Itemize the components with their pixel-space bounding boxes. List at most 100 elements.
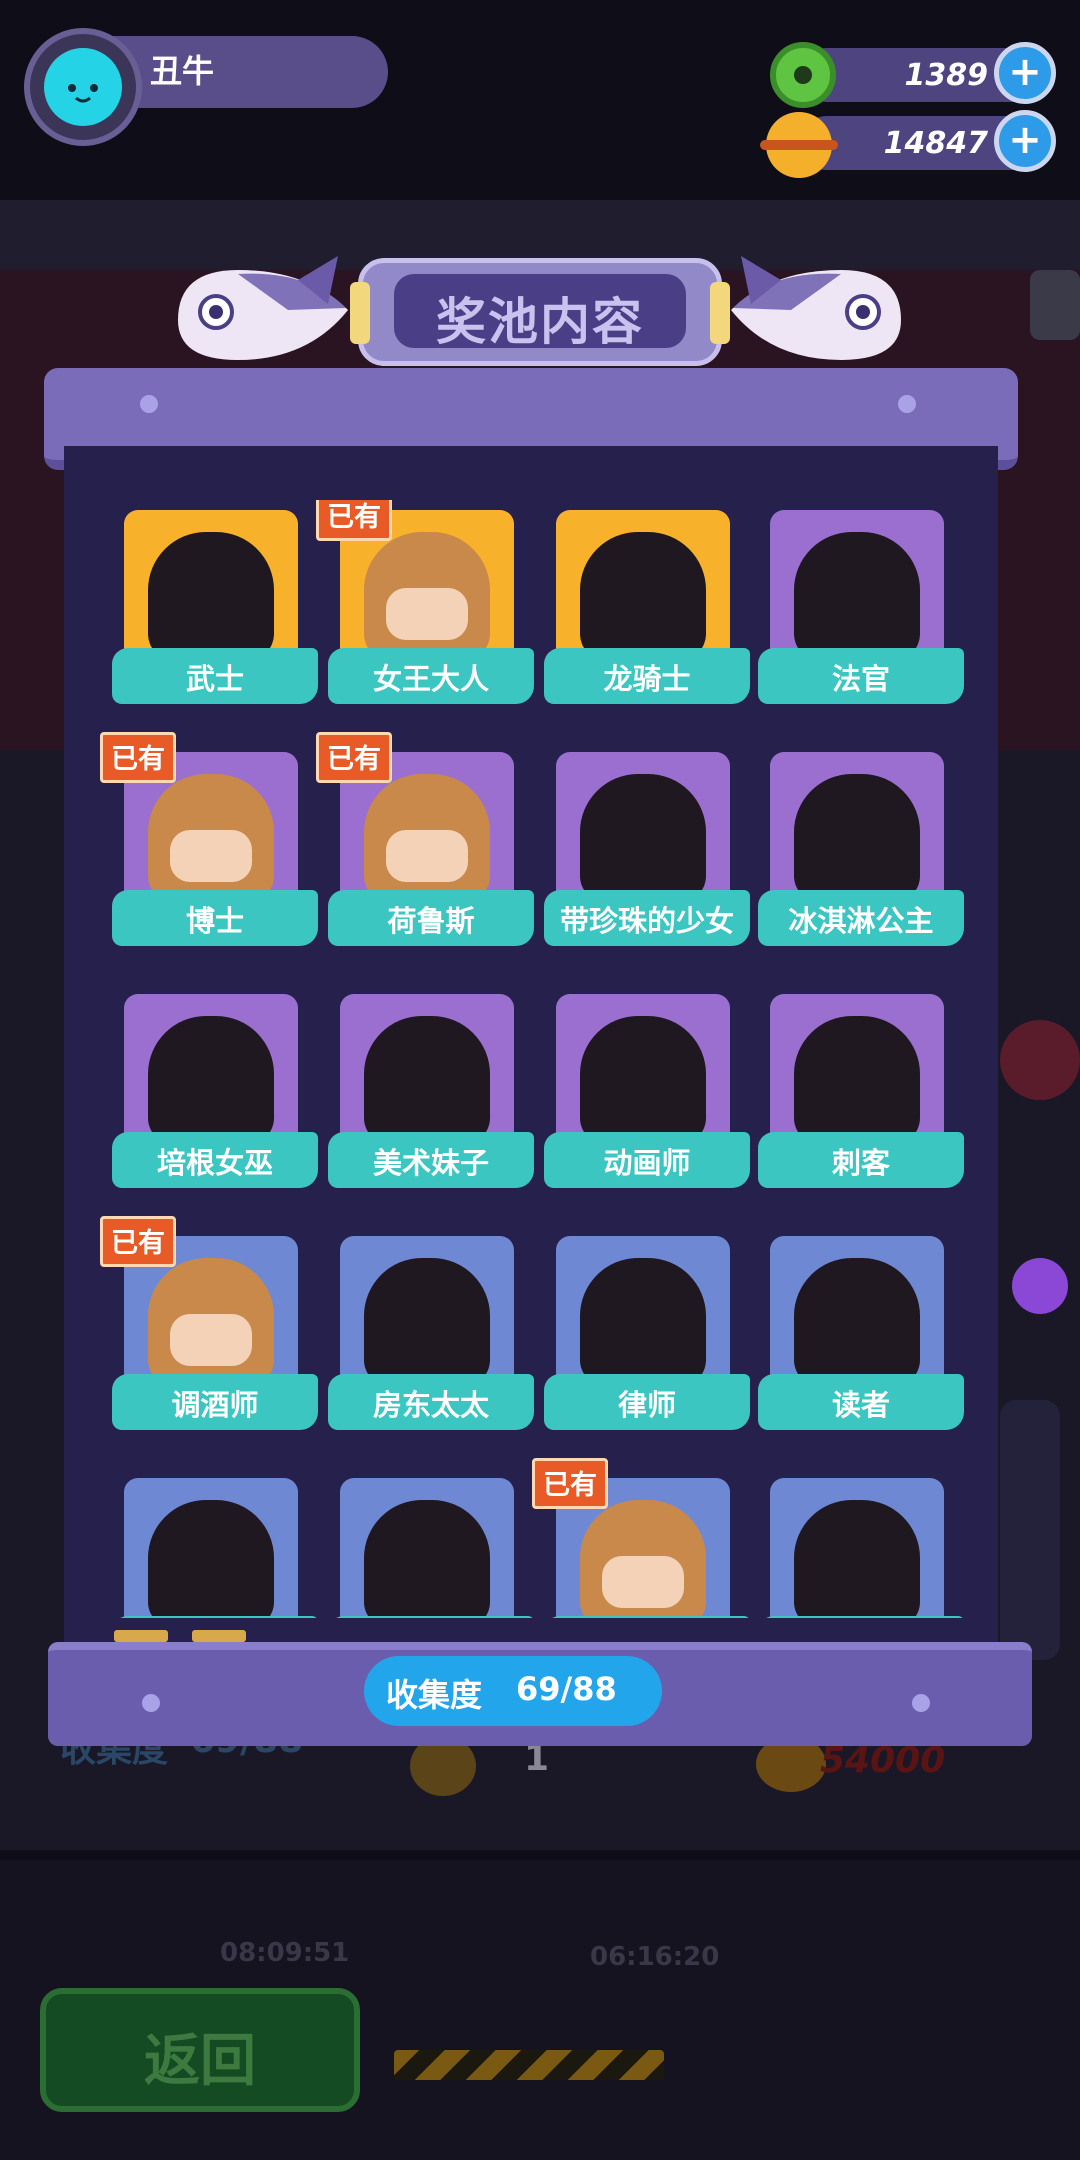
card-name: 读者 [831, 1388, 890, 1422]
character-silhouette-icon [794, 1016, 920, 1144]
owned-badge: 已有 [100, 1216, 176, 1267]
player-avatar[interactable] [24, 28, 142, 146]
currency-value-donut: 1389 [904, 58, 989, 93]
character-silhouette-icon [580, 532, 706, 660]
character-silhouette-icon [794, 1500, 920, 1618]
scroll-indicator-right [192, 1630, 246, 1642]
card-name: 带珍珠的少女 [559, 904, 734, 938]
prize-card[interactable]: 武士 [112, 510, 322, 710]
card-name: 女王大人 [372, 662, 489, 696]
card-name: 动画师 [603, 1146, 691, 1180]
prize-card[interactable] [758, 1478, 968, 1618]
background-lever-column [1000, 1400, 1060, 1660]
character-silhouette-icon [794, 774, 920, 902]
card-label-ribbon [758, 1616, 964, 1618]
character-silhouette-icon [364, 1258, 490, 1386]
title-cap-left [350, 282, 370, 344]
card-label-ribbon [328, 1616, 534, 1618]
card-name: 律师 [617, 1388, 676, 1422]
add-planet-coin-button[interactable]: + [994, 110, 1056, 172]
character-portrait-icon [364, 532, 490, 660]
card-name: 美术妹子 [372, 1146, 489, 1180]
character-silhouette-icon [148, 1500, 274, 1618]
collection-value: 69/88 [516, 1670, 617, 1708]
currency-value-planet: 14847 [883, 126, 988, 161]
card-name: 刺客 [831, 1146, 890, 1180]
prize-card[interactable]: 法官 [758, 510, 968, 710]
character-face [386, 830, 468, 882]
card-name: 武士 [185, 662, 244, 696]
prize-card[interactable]: 读者 [758, 1236, 968, 1436]
player-name-bar [100, 36, 388, 108]
currency-bar-donut: 1389 + [800, 42, 1056, 104]
background-side-button-icon [1000, 1020, 1080, 1100]
background-hazard-stripe [394, 2050, 664, 2080]
prize-card[interactable]: 刺客 [758, 994, 968, 1194]
character-portrait-icon [148, 1258, 274, 1386]
scroll-indicator-left [114, 1630, 168, 1642]
character-portrait-icon [580, 1500, 706, 1618]
card-name: 博士 [185, 904, 244, 938]
owned-badge: 已有 [316, 500, 392, 541]
left-fish-ornament-icon [168, 250, 353, 368]
collection-label: 收集度 [386, 1676, 483, 1714]
character-silhouette-icon [148, 532, 274, 660]
back-button-label: 返回 [144, 2029, 256, 2094]
character-face [170, 1314, 252, 1366]
character-portrait-icon [364, 774, 490, 902]
rivet-top-left [140, 395, 158, 413]
prize-card[interactable]: 美术妹子 [328, 994, 538, 1194]
prize-card[interactable] [112, 1478, 322, 1618]
prize-card[interactable]: 龙骑士 [544, 510, 754, 710]
prize-card[interactable]: 培根女巫 [112, 994, 322, 1194]
title-cap-right [710, 282, 730, 344]
background-coins: 54000 [820, 1740, 946, 1781]
green-donut-icon [770, 42, 836, 108]
owned-badge: 已有 [100, 732, 176, 783]
prize-card[interactable]: 律师 [544, 1236, 754, 1436]
prize-grid[interactable]: 武士 女王大人 已有 龙骑士 法官 博士 已有 荷鲁斯 已有 带珍珠的少女 冰淇淋公主 培根女巫 美术妹… [64, 500, 998, 1618]
character-face [386, 588, 468, 640]
character-silhouette-icon [794, 532, 920, 660]
card-label-ribbon [112, 1616, 318, 1618]
card-label-ribbon [544, 1616, 750, 1618]
collection-progress: 收集度 69/88 [364, 1656, 662, 1726]
prize-card[interactable]: 动画师 [544, 994, 754, 1194]
character-silhouette-icon [364, 1500, 490, 1618]
character-silhouette-icon [580, 1258, 706, 1386]
background-timer-2: 06:16:20 [590, 1942, 720, 1972]
add-donut-button[interactable]: + [994, 42, 1056, 104]
card-name: 法官 [831, 662, 890, 696]
rivet-bottom-right [912, 1694, 930, 1712]
owned-badge: 已有 [316, 732, 392, 783]
card-name: 培根女巫 [156, 1146, 273, 1180]
owned-badge: 已有 [532, 1458, 608, 1509]
character-silhouette-icon [580, 774, 706, 902]
modal-title: 奖池内容 [436, 293, 644, 351]
card-name: 冰淇淋公主 [788, 904, 934, 938]
player-name: 丑牛 [150, 52, 215, 90]
prize-card[interactable]: 调酒师 已有 [100, 1216, 322, 1436]
prize-card[interactable]: 冰淇淋公主 [758, 752, 968, 952]
character-face [170, 830, 252, 882]
character-face [602, 1556, 684, 1608]
rivet-bottom-left [142, 1694, 160, 1712]
prize-card[interactable]: 带珍珠的少女 [544, 752, 754, 952]
character-silhouette-icon [148, 1016, 274, 1144]
prize-card[interactable] [328, 1478, 538, 1618]
character-silhouette-icon [580, 1016, 706, 1144]
card-name: 荷鲁斯 [387, 904, 475, 938]
character-silhouette-icon [794, 1258, 920, 1386]
right-fish-ornament-icon [726, 250, 911, 368]
background-scissors-icon [1030, 270, 1080, 340]
prize-card[interactable]: 博士 已有 [100, 732, 322, 952]
prize-card[interactable]: 女王大人 已有 [316, 500, 538, 710]
character-silhouette-icon [364, 1016, 490, 1144]
card-name: 房东太太 [372, 1388, 489, 1422]
prize-card[interactable]: 已有 [532, 1458, 754, 1618]
prize-card[interactable]: 荷鲁斯 已有 [316, 732, 538, 952]
rivet-top-right [898, 395, 916, 413]
card-name: 龙骑士 [603, 662, 691, 696]
character-portrait-icon [148, 774, 274, 902]
prize-card[interactable]: 房东太太 [328, 1236, 538, 1436]
